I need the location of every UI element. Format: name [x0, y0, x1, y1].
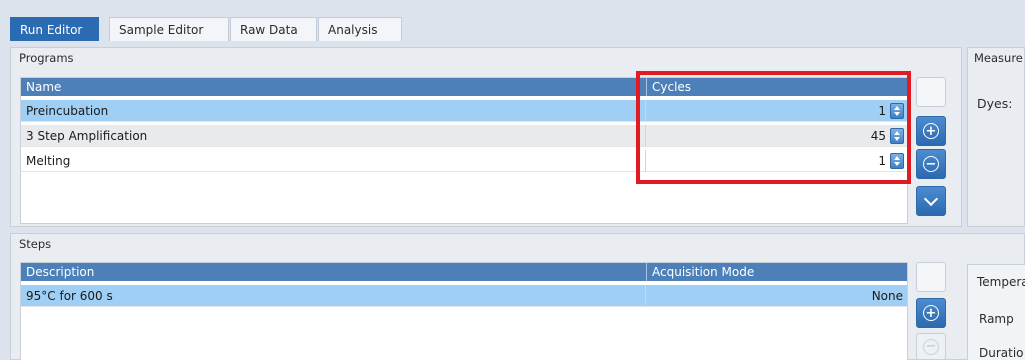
steps-header: Description Acquisition Mode: [21, 263, 907, 281]
program-name: Melting: [26, 154, 71, 168]
chevron-down-icon: [923, 191, 939, 207]
cycles-spinner-icon[interactable]: [890, 103, 904, 119]
dyes-label: Dyes:: [977, 96, 1013, 111]
steps-blank-button[interactable]: [916, 262, 946, 292]
programs-header: Name Cycles: [21, 78, 907, 96]
remove-program-button[interactable]: −: [916, 149, 946, 179]
measurement-panel: Measure Dyes:: [967, 47, 1025, 227]
programs-grid: Name Cycles Preincubation 1 3 Step Ampli…: [20, 77, 908, 224]
move-down-button[interactable]: [916, 186, 946, 216]
program-row[interactable]: Preincubation 1: [21, 100, 907, 122]
column-acquisition-mode-header[interactable]: Acquisition Mode: [647, 263, 907, 281]
duration-label: Duratio: [979, 346, 1024, 360]
temperature-panel: Tempera Ramp Duratio: [967, 264, 1025, 360]
minus-circle-icon: −: [923, 156, 939, 172]
remove-step-button[interactable]: −: [916, 333, 946, 360]
cycles-value[interactable]: 1: [878, 150, 886, 172]
column-cycles-header[interactable]: Cycles: [647, 78, 907, 96]
tab-raw-data[interactable]: Raw Data: [230, 17, 317, 41]
cycles-spinner-icon[interactable]: [890, 153, 904, 169]
column-name-header[interactable]: Name: [21, 78, 647, 96]
program-row[interactable]: 3 Step Amplification 45: [21, 125, 907, 147]
cycles-cell: 1: [645, 100, 907, 122]
temperature-title: Tempera: [977, 275, 1025, 289]
acquisition-mode-value[interactable]: None: [872, 285, 903, 307]
add-step-button[interactable]: +: [916, 298, 946, 328]
steps-grid: Description Acquisition Mode 95°C for 60…: [20, 262, 908, 360]
measurement-title: Measure: [974, 51, 1023, 65]
column-description-header[interactable]: Description: [21, 263, 647, 281]
minus-circle-icon: −: [923, 338, 939, 355]
programs-blank-button[interactable]: [916, 77, 946, 107]
tab-bar: Run Editor Sample Editor Raw Data Analys…: [10, 15, 1025, 43]
cycles-cell: 1: [645, 150, 907, 172]
tab-analysis[interactable]: Analysis: [318, 17, 402, 41]
acquisition-mode-cell: None: [645, 285, 907, 307]
cycles-cell: 45: [645, 125, 907, 147]
cycles-spinner-icon[interactable]: [890, 128, 904, 144]
step-row[interactable]: 95°C for 600 s None: [21, 285, 907, 307]
program-name: Preincubation: [26, 104, 109, 118]
ramp-label: Ramp: [979, 312, 1014, 326]
cycles-value[interactable]: 45: [871, 125, 886, 147]
step-description: 95°C for 600 s: [26, 289, 113, 303]
cycles-value[interactable]: 1: [878, 100, 886, 122]
tab-sample-editor[interactable]: Sample Editor: [109, 17, 229, 41]
add-program-button[interactable]: +: [916, 116, 946, 146]
steps-title: Steps: [19, 237, 52, 251]
plus-circle-icon: +: [923, 123, 939, 139]
program-row[interactable]: Melting 1: [21, 150, 907, 172]
plus-circle-icon: +: [923, 305, 939, 321]
programs-title: Programs: [19, 51, 74, 65]
program-name: 3 Step Amplification: [26, 129, 148, 143]
tab-run-editor[interactable]: Run Editor: [10, 17, 99, 41]
